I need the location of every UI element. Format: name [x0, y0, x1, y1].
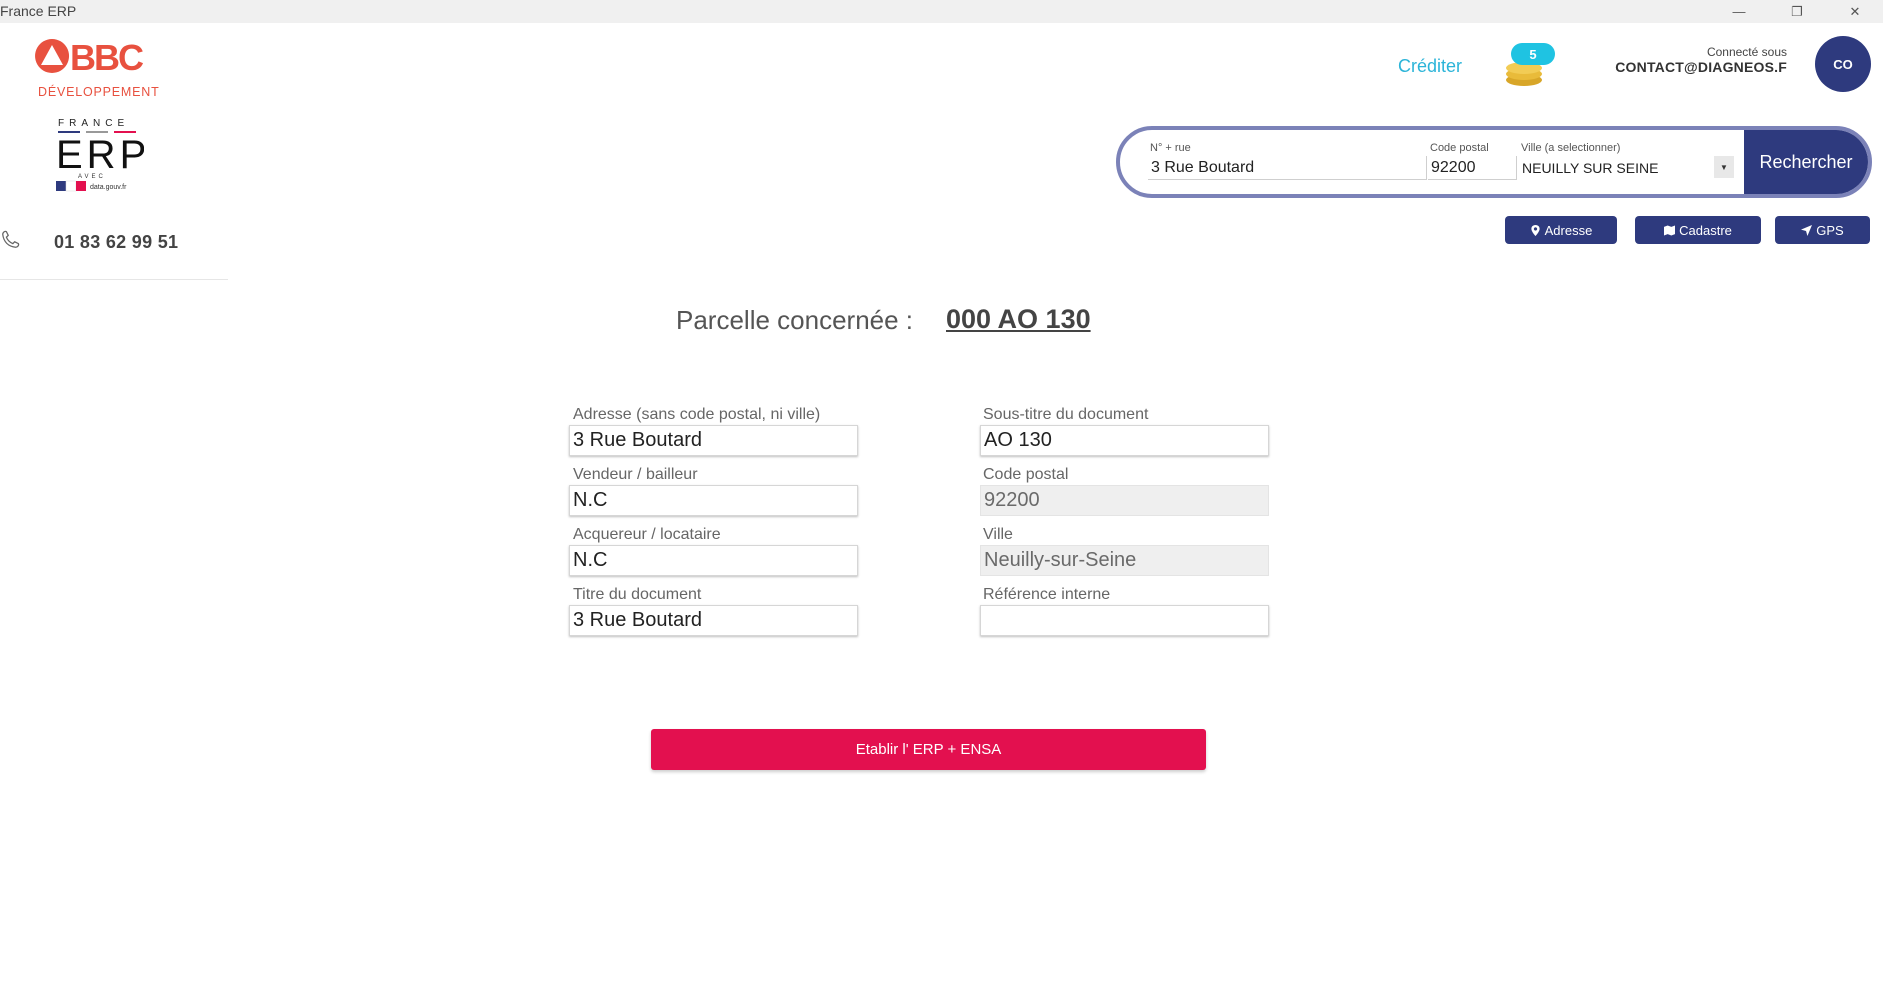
- parcelle-value[interactable]: 000 AO 130: [946, 304, 1091, 335]
- logo-erp-main: ERP: [56, 133, 144, 177]
- phone-icon: [2, 230, 20, 248]
- city-select[interactable]: NEUILLY SUR SEINE: [1522, 160, 1658, 176]
- street-label: N° + rue: [1150, 142, 1191, 154]
- restore-icon: ❐: [1791, 3, 1803, 19]
- phone-contact: [0, 228, 22, 250]
- cadastre-button-label: Cadastre: [1679, 222, 1732, 238]
- bbc-developpement-logo[interactable]: BBC DÉVELOPPEMENT: [34, 37, 169, 99]
- logo-bbc-subtitle: DÉVELOPPEMENT: [38, 84, 160, 99]
- gps-button[interactable]: GPS: [1775, 216, 1870, 244]
- logo-bbc-text: BBC: [70, 37, 144, 78]
- connected-label: Connecté sous: [1706, 45, 1787, 59]
- minimize-icon: —: [1732, 4, 1746, 19]
- france-erp-logo: FRANCE ERP AVEC data.gouv.fr: [56, 118, 144, 192]
- title-bar: France ERP — ❐ ✕: [0, 0, 1883, 23]
- ville-label: Ville: [983, 526, 1013, 543]
- ville-input: Neuilly-sur-Seine: [980, 545, 1269, 576]
- phone-number[interactable]: 01 83 62 99 51: [54, 232, 178, 253]
- connected-email: CONTACT@DIAGNEOS.F: [1615, 59, 1787, 75]
- reference-label: Référence interne: [983, 586, 1111, 603]
- postal-input[interactable]: 92200: [1428, 156, 1517, 180]
- minimize-button[interactable]: —: [1710, 0, 1768, 23]
- adresse-button-label: Adresse: [1544, 222, 1593, 238]
- logo-erp-top: FRANCE: [58, 118, 129, 129]
- acquereur-input[interactable]: N.C: [569, 545, 858, 576]
- titre-input[interactable]: 3 Rue Boutard: [569, 605, 858, 636]
- logo-erp-avec: AVEC: [78, 174, 106, 180]
- cadastre-button[interactable]: Cadastre: [1635, 216, 1761, 244]
- search-button[interactable]: Rechercher: [1744, 130, 1868, 194]
- titre-label: Titre du document: [573, 586, 702, 603]
- map-marker-icon: [1531, 224, 1540, 236]
- restore-button[interactable]: ❐: [1768, 0, 1826, 23]
- vendeur-label: Vendeur / bailleur: [573, 466, 698, 483]
- reference-input[interactable]: [980, 605, 1269, 636]
- user-avatar[interactable]: CO: [1815, 36, 1871, 92]
- close-icon: ✕: [1849, 3, 1861, 19]
- postal-label: Code postal: [1430, 142, 1489, 154]
- app-window: France ERP — ❐ ✕ BBC DÉVELOPPEMENT FRANC…: [0, 0, 1883, 982]
- location-arrow-icon: [1801, 224, 1813, 236]
- chevron-down-icon[interactable]: ▼: [1714, 156, 1734, 178]
- soustitre-input[interactable]: AO 130: [980, 425, 1269, 456]
- vendeur-input[interactable]: N.C: [569, 485, 858, 516]
- credit-count-badge: 5: [1511, 43, 1555, 65]
- close-button[interactable]: ✕: [1826, 0, 1883, 23]
- adresse-label: Adresse (sans code postal, ni ville): [573, 406, 821, 423]
- gps-button-label: GPS: [1816, 222, 1844, 238]
- adresse-button[interactable]: Adresse: [1505, 216, 1617, 244]
- city-label: Ville (a selectionner): [1521, 142, 1621, 154]
- parcelle-label: Parcelle concernée :: [676, 305, 914, 335]
- logo-erp-partner: data.gouv.fr: [90, 184, 127, 191]
- credit-link[interactable]: Créditer: [1398, 56, 1462, 77]
- map-icon: [1664, 224, 1676, 236]
- soustitre-label: Sous-titre du document: [983, 406, 1149, 423]
- establish-erp-button[interactable]: Etablir l' ERP + ENSA: [651, 729, 1206, 770]
- sidebar-divider: [0, 279, 228, 280]
- window-title: France ERP: [0, 3, 77, 19]
- acquereur-label: Acquereur / locataire: [573, 526, 721, 543]
- code-postal-input: 92200: [980, 485, 1269, 516]
- adresse-input[interactable]: 3 Rue Boutard: [569, 425, 858, 456]
- code-postal-label: Code postal: [983, 466, 1069, 483]
- street-input[interactable]: 3 Rue Boutard: [1148, 156, 1427, 180]
